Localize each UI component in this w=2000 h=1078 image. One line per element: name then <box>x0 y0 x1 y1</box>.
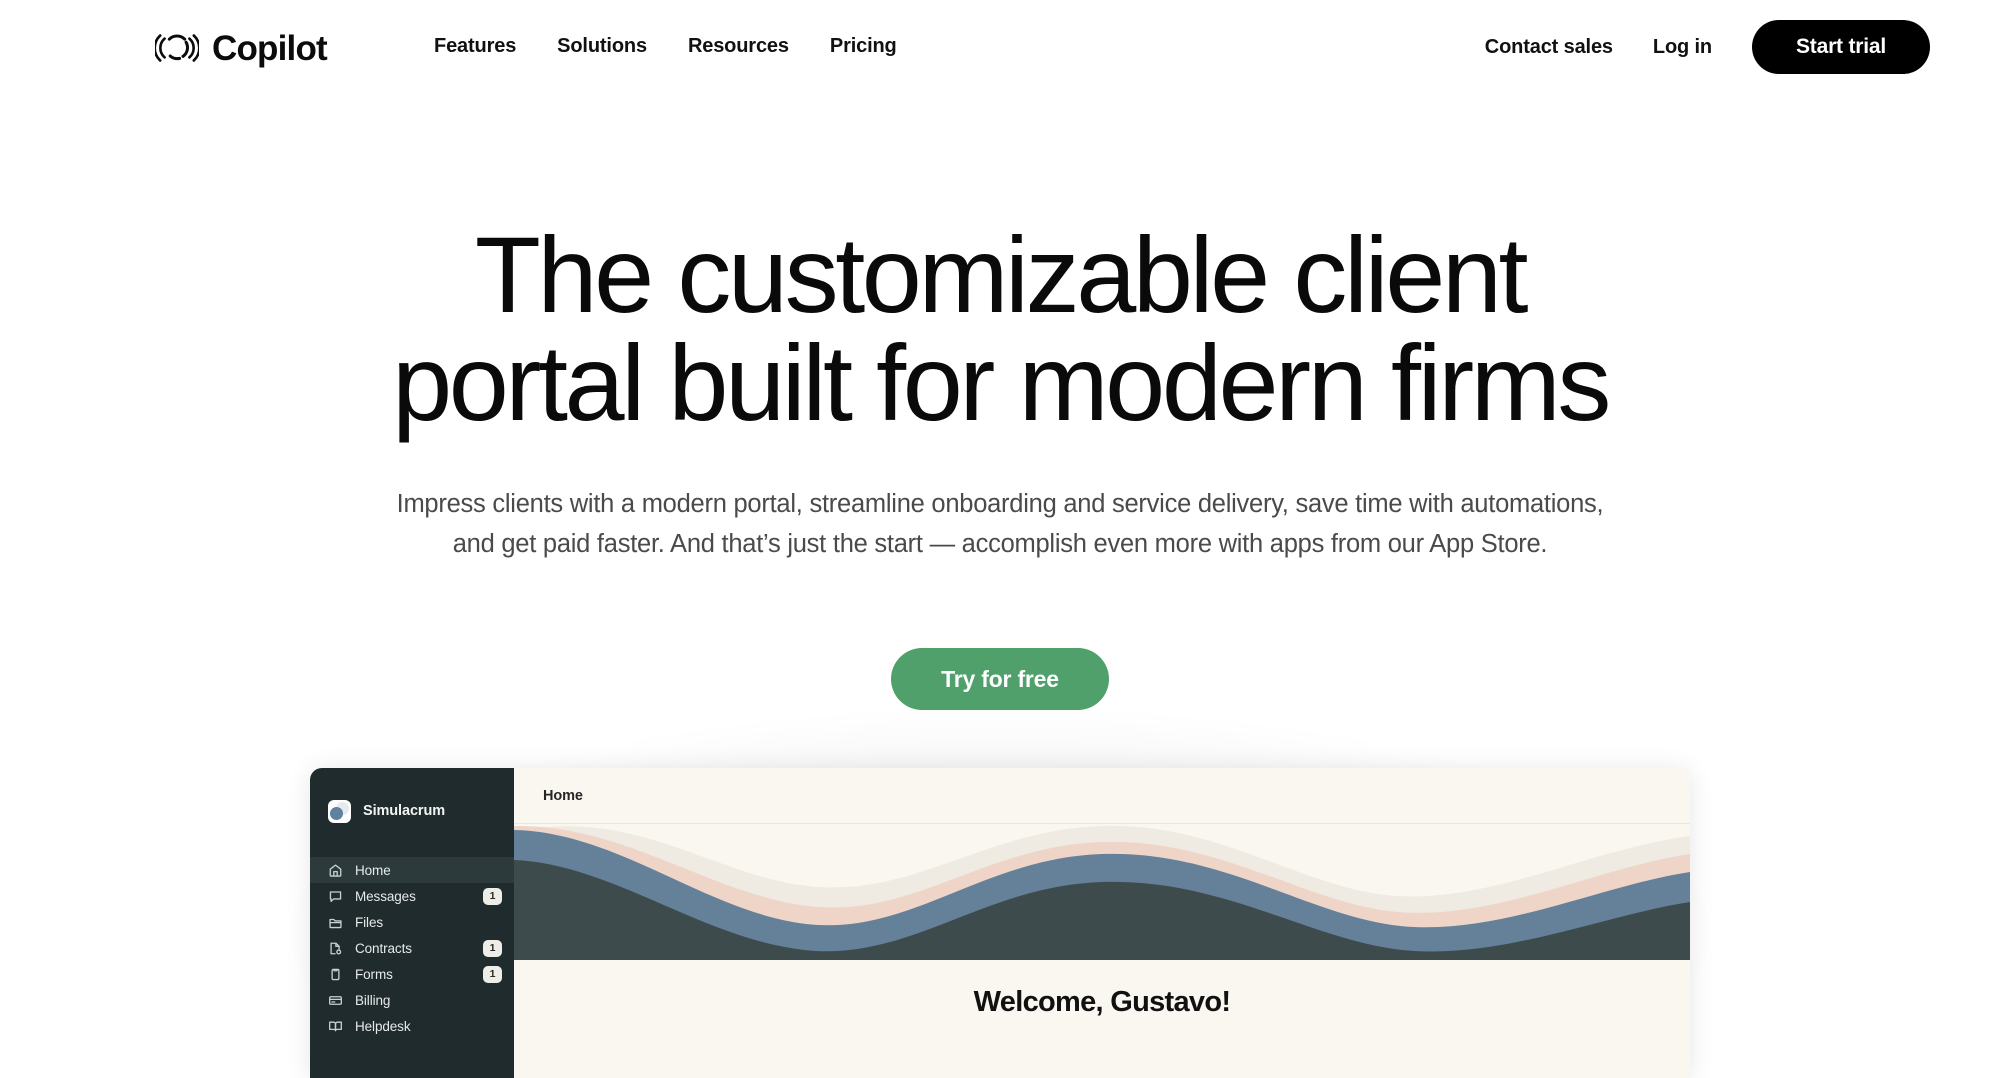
mockup-topbar: Home <box>514 768 1690 824</box>
sidebar-item-label: Home <box>355 862 391 878</box>
message-icon <box>328 889 343 904</box>
contract-icon <box>328 941 343 956</box>
login-link[interactable]: Log in <box>1653 31 1712 63</box>
hero-cta-container: Try for free <box>0 648 2000 710</box>
nav-link-solutions[interactable]: Solutions <box>557 30 647 62</box>
hero-section: The customizable client portal built for… <box>0 0 2000 1078</box>
page-title: The customizable client portal built for… <box>250 221 1750 437</box>
nav-link-pricing[interactable]: Pricing <box>830 30 897 62</box>
sidebar-item-home[interactable]: Home <box>310 857 514 883</box>
sidebar-item-label: Forms <box>355 966 393 982</box>
mockup-sidebar-nav: Home Messages 1 Files Contracts 1 Forms … <box>310 857 514 1039</box>
site-header: Copilot Features Solutions Resources Pri… <box>0 0 2000 105</box>
sidebar-badge-forms: 1 <box>483 965 502 983</box>
sidebar-item-messages[interactable]: Messages 1 <box>310 883 514 909</box>
sidebar-badge-contracts: 1 <box>483 939 502 957</box>
home-icon <box>328 863 343 878</box>
breadcrumb: Home <box>543 787 583 804</box>
brand-logo[interactable]: Copilot <box>155 26 328 70</box>
folder-icon <box>328 915 343 930</box>
copilot-circle-mark-icon <box>155 26 199 70</box>
page-root: Copilot Features Solutions Resources Pri… <box>0 0 2000 1078</box>
sidebar-item-label: Messages <box>355 888 416 904</box>
sidebar-item-forms[interactable]: Forms 1 <box>310 961 514 987</box>
header-actions: Contact sales Log in Start trial <box>1485 20 1930 74</box>
try-for-free-button[interactable]: Try for free <box>891 648 1109 710</box>
sidebar-item-label: Helpdesk <box>355 1018 411 1034</box>
sidebar-item-billing[interactable]: Billing <box>310 987 514 1013</box>
hero-title-line-1: The customizable client <box>474 214 1529 335</box>
card-icon <box>328 993 343 1008</box>
workspace-name: Simulacrum <box>363 803 445 819</box>
sidebar-item-label: Files <box>355 914 384 930</box>
mockup-sidebar: Simulacrum Home Messages 1 Files Contrac… <box>310 768 514 1078</box>
nav-link-resources[interactable]: Resources <box>688 30 789 62</box>
sidebar-badge-messages: 1 <box>483 887 502 905</box>
contact-sales-link[interactable]: Contact sales <box>1485 31 1613 63</box>
hero-title-line-2: portal built for modern firms <box>392 322 1611 443</box>
start-trial-button[interactable]: Start trial <box>1752 20 1930 74</box>
sidebar-item-files[interactable]: Files <box>310 909 514 935</box>
mockup-main-panel: Home Welcome, Gustavo! <box>514 768 1690 1078</box>
workspace-avatar-icon <box>328 799 351 823</box>
wave-banner <box>514 824 1690 960</box>
sidebar-item-helpdesk[interactable]: Helpdesk <box>310 1013 514 1039</box>
main-navigation: Features Solutions Resources Pricing <box>434 30 897 62</box>
sidebar-item-label: Contracts <box>355 940 412 956</box>
hero-subtitle: Impress clients with a modern portal, st… <box>396 490 1604 558</box>
mockup-content-body: Welcome, Gustavo! <box>514 960 1690 1019</box>
sidebar-item-contracts[interactable]: Contracts 1 <box>310 935 514 961</box>
nav-link-features[interactable]: Features <box>434 30 516 62</box>
book-icon <box>328 1019 343 1034</box>
workspace-switcher[interactable]: Simulacrum <box>310 768 514 832</box>
product-mockup: Simulacrum Home Messages 1 Files Contrac… <box>310 768 1690 1078</box>
clipboard-icon <box>328 967 343 982</box>
brand-name: Copilot <box>212 28 328 68</box>
sidebar-item-label: Billing <box>355 992 391 1008</box>
welcome-heading: Welcome, Gustavo! <box>973 986 1231 1018</box>
